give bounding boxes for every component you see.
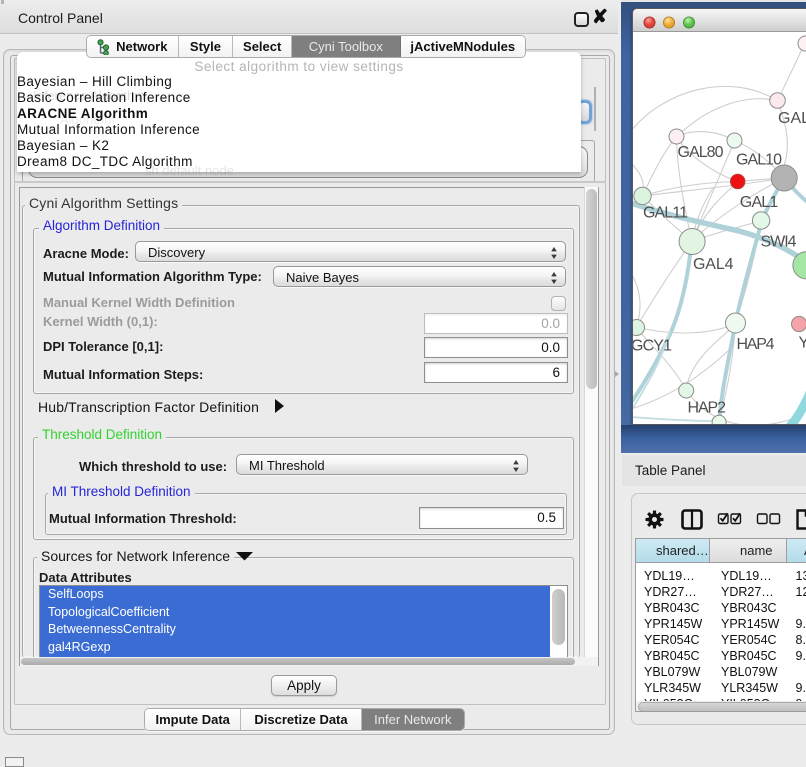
svg-text:GAL10: GAL10 (736, 152, 782, 169)
svg-text:GAL11: GAL11 (643, 205, 688, 222)
svg-text:GAL1: GAL1 (740, 194, 779, 211)
svg-text:GAL4: GAL4 (693, 256, 734, 273)
svg-text:SWI4: SWI4 (761, 234, 797, 251)
svg-text:GCY1: GCY1 (633, 338, 672, 355)
svg-text:GAL7: GAL7 (778, 110, 806, 127)
svg-text:GAL80: GAL80 (678, 144, 724, 161)
svg-text:HAP4: HAP4 (737, 336, 775, 353)
svg-text:HAP2: HAP2 (688, 400, 727, 417)
svg-text:YJ: YJ (799, 335, 806, 352)
